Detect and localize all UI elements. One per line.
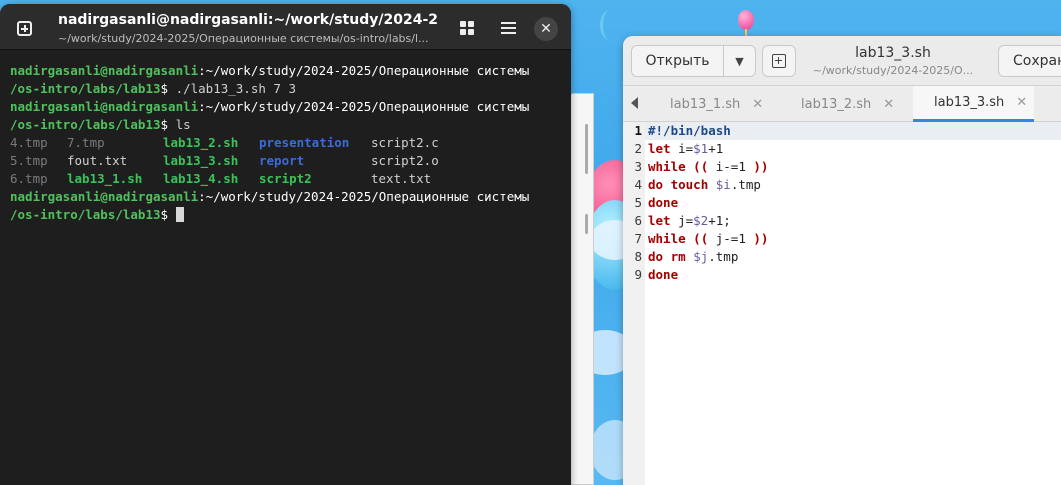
- terminal-line: nadirgasanli@nadirgasanli:~/work/study/2…: [10, 98, 565, 116]
- file-entry: 7.tmp: [67, 135, 105, 150]
- terminal-subtitle: ~/work/study/2024-2025/Операционные сист…: [58, 32, 429, 45]
- terminal-line: /os-intro/labs/lab13$ ls: [10, 116, 565, 134]
- main-menu-button[interactable]: [493, 13, 523, 43]
- code-line: done: [648, 267, 679, 282]
- scrollbar[interactable]: [585, 124, 588, 174]
- chevron-down-icon: ▼: [735, 54, 744, 68]
- file-entry: lab13_3.sh: [163, 153, 239, 168]
- line-number: 2: [634, 141, 642, 156]
- terminal-output[interactable]: nadirgasanli@nadirgasanli:~/work/study/2…: [10, 62, 565, 224]
- code-line: let j=$2+1;: [648, 213, 731, 228]
- save-button[interactable]: Сохранить: [998, 45, 1061, 77]
- prompt-path: :~/work/study/2024-2025/Операционные сис…: [198, 63, 530, 78]
- open-button[interactable]: Открыть ▼: [631, 45, 756, 77]
- close-tab-icon[interactable]: ✕: [752, 97, 763, 112]
- file-entry: 6.tmp: [10, 171, 48, 186]
- file-entry: lab13_2.sh: [163, 135, 239, 150]
- prompt-user-host: nadirgasanli@nadirgasanli: [10, 63, 199, 78]
- line-number: 8: [634, 249, 642, 264]
- line-number: 4: [634, 177, 642, 192]
- line-number: 9: [634, 267, 642, 282]
- directory-entry: presentation: [259, 135, 350, 150]
- grid-icon: [460, 21, 474, 35]
- code-content[interactable]: #!/bin/bash let i=$1+1 while (( i-=1 )) …: [648, 122, 1061, 284]
- new-document-icon: [772, 54, 786, 68]
- hamburger-icon: [500, 22, 516, 34]
- terminal-line: /os-intro/labs/lab13$: [10, 206, 565, 224]
- tab-overview-button[interactable]: [452, 13, 482, 43]
- code-line: #!/bin/bash: [648, 123, 731, 138]
- file-entry: fout.txt: [67, 153, 128, 168]
- text-editor-window[interactable]: Открыть ▼ lab13_3.sh ~/work/study/2024-2…: [623, 36, 1061, 485]
- editor-tab-bar: lab13_1.sh ✕ lab13_2.sh ✕ lab13_3.sh ✕: [623, 86, 1061, 122]
- tab-lab13-3[interactable]: lab13_3.sh ✕: [913, 86, 1034, 122]
- editor-text-area[interactable]: 1 2 3 4 5 6 7 8 9 #!/bin/bash let i=$1+1…: [623, 122, 1061, 485]
- file-entry: 5.tmp: [10, 153, 48, 168]
- open-dropdown-button[interactable]: ▼: [724, 46, 755, 76]
- new-document-button[interactable]: [762, 45, 796, 77]
- prompt-path: /os-intro/labs/lab13: [10, 81, 161, 96]
- file-entry: 4.tmp: [10, 135, 48, 150]
- terminal-window[interactable]: nadirgasanli@nadirgasanli:~/work/study/2…: [0, 4, 571, 485]
- tab-label: lab13_2.sh: [801, 96, 872, 112]
- new-tab-icon: [16, 20, 32, 36]
- ls-output: 4.tmp 7.tmp lab13_2.sh presentation scri…: [10, 134, 565, 188]
- line-number: 1: [634, 123, 642, 138]
- terminal-line: /os-intro/labs/lab13$ ./lab13_3.sh 7 3: [10, 80, 565, 98]
- prompt-path: :~/work/study/2024-2025/Операционные сис…: [198, 189, 530, 204]
- command-text: ls: [175, 117, 191, 132]
- file-entry: lab13_4.sh: [163, 171, 239, 186]
- terminal-line: nadirgasanli@nadirgasanli:~/work/study/2…: [10, 62, 565, 80]
- line-number: 6: [634, 213, 642, 228]
- prompt-path: /os-intro/labs/lab13: [10, 207, 161, 222]
- prompt-path: /os-intro/labs/lab13: [10, 117, 161, 132]
- code-line: let i=$1+1: [648, 141, 724, 156]
- line-number: 5: [634, 195, 642, 210]
- code-line: done: [648, 195, 679, 210]
- close-tab-icon[interactable]: ✕: [1016, 95, 1027, 110]
- code-line: while (( j-=1 )): [648, 231, 769, 246]
- wallpaper-decoration: [600, 10, 620, 40]
- command-text: ./lab13_3.sh 7 3: [175, 81, 296, 96]
- close-tab-icon[interactable]: ✕: [883, 97, 894, 112]
- file-entry: script2.c: [371, 135, 439, 150]
- file-entry: lab13_1.sh: [67, 171, 143, 186]
- tab-label: lab13_1.sh: [670, 96, 741, 112]
- prompt-user-host: nadirgasanli@nadirgasanli: [10, 189, 199, 204]
- scrollbar[interactable]: [585, 214, 588, 234]
- editor-title: lab13_3.sh: [855, 45, 931, 61]
- new-tab-button[interactable]: [9, 13, 39, 43]
- code-line: do touch $i.tmp: [648, 177, 761, 192]
- text-cursor: [175, 207, 184, 222]
- editor-subtitle: ~/work/study/2024-2025/О...: [812, 64, 974, 77]
- terminal-header-bar: nadirgasanli@nadirgasanli:~/work/study/2…: [0, 4, 571, 50]
- prompt-symbol: $: [160, 117, 176, 132]
- editor-header-bar: Открыть ▼ lab13_3.sh ~/work/study/2024-2…: [623, 36, 1061, 86]
- prompt-symbol: $: [160, 81, 176, 96]
- file-entry: script2.o: [371, 153, 439, 168]
- open-button-label[interactable]: Открыть: [632, 46, 724, 76]
- line-number: 3: [634, 159, 642, 174]
- line-number: 7: [634, 231, 642, 246]
- file-entry: text.txt: [371, 171, 432, 186]
- scroll-tabs-left-icon[interactable]: [631, 97, 638, 109]
- prompt-user-host: nadirgasanli@nadirgasanli: [10, 99, 199, 114]
- tab-lab13-1[interactable]: lab13_1.sh ✕: [670, 86, 763, 122]
- directory-entry: report: [259, 153, 305, 168]
- code-line: while (( i-=1 )): [648, 159, 769, 174]
- tab-lab13-2[interactable]: lab13_2.sh ✕: [801, 86, 894, 122]
- close-icon: ✕: [540, 21, 552, 37]
- code-line: do rm $j.tmp: [648, 249, 739, 264]
- prompt-symbol: $: [160, 207, 176, 222]
- terminal-line: nadirgasanli@nadirgasanli:~/work/study/2…: [10, 188, 565, 206]
- file-entry: script2: [259, 171, 312, 186]
- balloon-icon: [738, 10, 754, 30]
- tab-label: lab13_3.sh: [934, 95, 1005, 110]
- terminal-title: nadirgasanli@nadirgasanli:~/work/study/2…: [58, 12, 438, 28]
- prompt-path: :~/work/study/2024-2025/Операционные сис…: [198, 99, 530, 114]
- close-button[interactable]: ✕: [534, 17, 558, 41]
